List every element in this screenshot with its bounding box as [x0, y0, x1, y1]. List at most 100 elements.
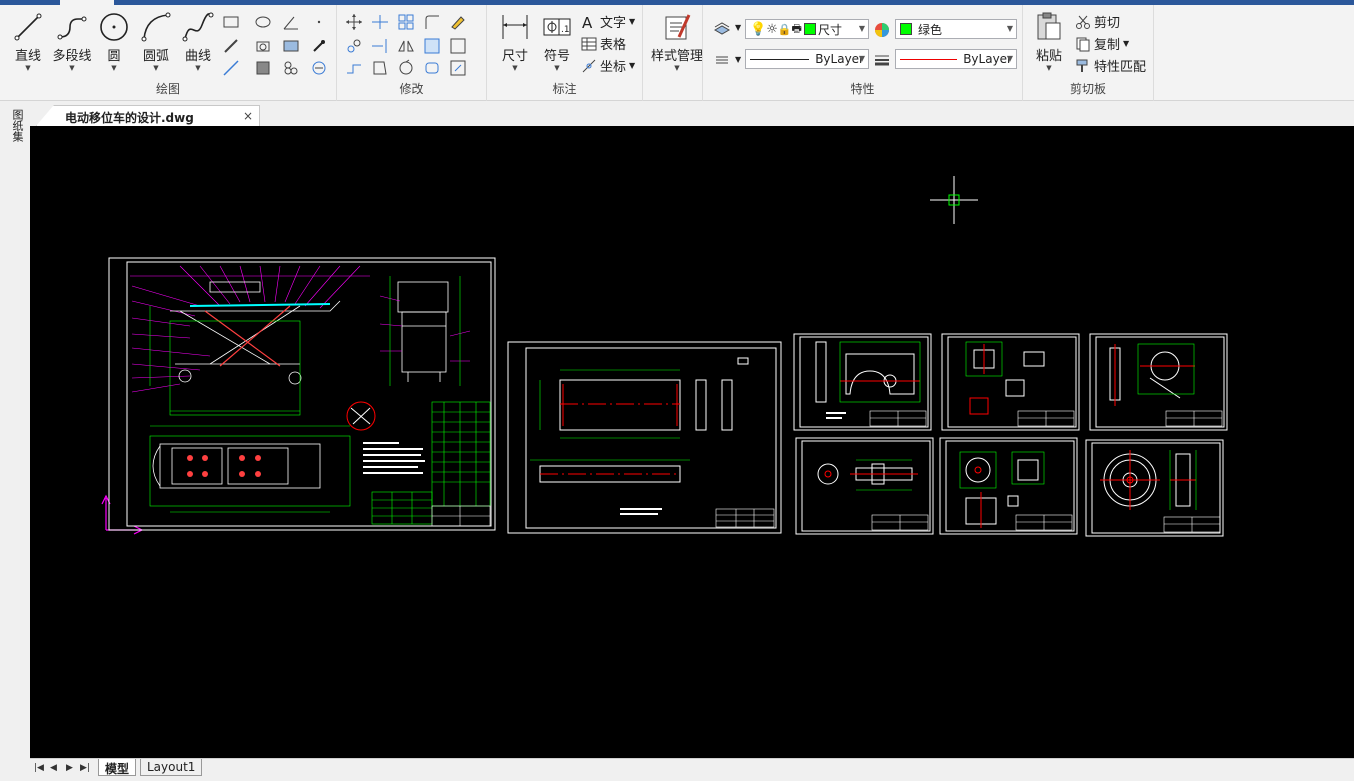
properties-modify-icon[interactable] — [449, 59, 467, 77]
fillet-icon[interactable] — [423, 13, 441, 31]
rectangle-icon[interactable] — [222, 13, 240, 31]
annotate-panel: 尺寸 ▼ .1 符号 ▼ A 文字 ▼ 表格 坐标 ▼ 样式管理 ▼ 标注 — [487, 5, 703, 101]
break-icon[interactable] — [371, 59, 389, 77]
paste-icon — [1037, 12, 1061, 40]
crosshair-cursor — [930, 176, 978, 224]
text-button[interactable]: A 文字 ▼ — [581, 12, 635, 32]
clipboard-panel-label: 剪切板 — [1069, 82, 1106, 96]
move-icon[interactable] — [345, 13, 363, 31]
chevron-down-icon: ▼ — [69, 64, 75, 72]
chevron-down-icon: ▼ — [735, 55, 742, 64]
match-properties-label: 特性匹配 — [1094, 60, 1147, 75]
sheet-part-6 — [795, 437, 934, 535]
cut-button[interactable]: 剪切 — [1075, 12, 1120, 31]
polyline-button-label: 多段线 — [52, 49, 92, 64]
copy-icon — [1076, 37, 1090, 51]
sheet-assembly — [108, 257, 496, 531]
layout-tab-bar: |◀ ◀ ▶ ▶| 模型 Layout1 — [30, 758, 1354, 781]
modify-panel-label: 修改 — [399, 82, 424, 96]
point-icon[interactable] — [310, 13, 328, 31]
document-tab[interactable]: 电动移位车的设计.dwg × — [36, 105, 260, 126]
color-swatch — [900, 23, 912, 35]
ellipse-icon[interactable] — [254, 13, 272, 31]
curve-button-label: 曲线 — [184, 49, 211, 64]
sun-icon: ☼ — [766, 21, 778, 37]
chevron-down-icon: ▼ — [1046, 64, 1052, 72]
layer-combo[interactable]: 💡 ☼ 🔒 🖶 尺寸 ▼ — [745, 19, 869, 39]
curve-button[interactable]: 曲线 ▼ — [178, 11, 218, 72]
layout1-tab[interactable]: Layout1 — [140, 759, 203, 776]
circle-button[interactable]: 圆 ▼ — [96, 11, 132, 72]
chevron-down-icon: ▼ — [512, 64, 518, 72]
linetype-combo[interactable]: ByLayer ▼ — [745, 49, 869, 69]
color-wheel-icon[interactable] — [873, 21, 891, 39]
copy-button[interactable]: 复制 ▼ — [1075, 34, 1129, 53]
arc-button-label: 圆弧 — [142, 49, 169, 64]
sheet-part-4 — [941, 333, 1080, 431]
angle-icon[interactable] — [282, 13, 300, 31]
color-combo[interactable]: 绿色 ▼ — [895, 19, 1017, 39]
line-icon — [14, 13, 42, 41]
lock-icon: 🔒 — [777, 22, 792, 36]
sheet-part-5 — [1089, 333, 1228, 431]
array-icon[interactable] — [397, 13, 415, 31]
symbol-button[interactable]: .1 符号 ▼ — [537, 11, 577, 72]
offset-icon[interactable] — [449, 37, 467, 55]
xline-icon[interactable] — [222, 37, 240, 55]
mirror-icon[interactable] — [397, 37, 415, 55]
lineweight-combo[interactable]: ByLayer ▼ — [895, 49, 1017, 69]
linetype-list-icon[interactable] — [713, 51, 731, 69]
region-icon[interactable] — [254, 37, 272, 55]
linetype-sample — [750, 58, 810, 60]
ucs-icon — [101, 494, 144, 535]
hatch-icon[interactable] — [282, 37, 300, 55]
chevron-down-icon: ▼ — [1006, 24, 1013, 33]
match-properties-icon — [1076, 59, 1088, 72]
draw-panel-label: 绘图 — [155, 82, 180, 96]
wipeout-icon[interactable] — [310, 59, 328, 77]
dimension-button-label: 尺寸 — [501, 49, 528, 64]
chevron-down-icon: ▼ — [1123, 39, 1130, 48]
chevron-down-icon: ▼ — [195, 64, 201, 72]
scale-icon[interactable] — [423, 37, 441, 55]
polyline-button[interactable]: 多段线 ▼ — [50, 11, 94, 72]
chevron-down-icon: ▼ — [554, 64, 560, 72]
color-value: 绿色 — [918, 22, 943, 37]
lineweight-icon[interactable] — [873, 51, 891, 69]
close-icon[interactable]: × — [243, 109, 253, 123]
line-button[interactable]: 直线 ▼ — [8, 11, 48, 72]
boundary-icon[interactable] — [254, 59, 272, 77]
ribbon: 直线 ▼ 多段线 ▼ 圆 ▼ 圆弧 ▼ 曲线 ▼ 绘图 修改 尺寸 ▼ .1 符… — [0, 5, 1354, 101]
match-properties-button[interactable]: 特性匹配 — [1075, 56, 1146, 75]
last-tab-icon[interactable]: ▶| — [80, 763, 90, 773]
next-tab-icon[interactable]: ▶ — [66, 763, 73, 773]
layer-color-swatch — [803, 23, 816, 35]
revcloud-icon[interactable] — [282, 59, 300, 77]
sheet-part-3 — [793, 333, 932, 431]
layer-manager-icon[interactable] — [713, 20, 731, 38]
dimension-button[interactable]: 尺寸 ▼ — [495, 11, 535, 72]
clipboard-panel: 粘贴 ▼ 剪切 复制 ▼ 特性匹配 剪切板 — [1023, 5, 1154, 101]
model-tab[interactable]: 模型 — [98, 759, 137, 776]
prev-tab-icon[interactable]: ◀ — [50, 763, 57, 773]
drawing-canvas[interactable] — [30, 126, 1354, 758]
table-button[interactable]: 表格 — [581, 34, 626, 53]
sheet-set-tab[interactable]: 图纸集 — [9, 109, 24, 142]
layer-value: 尺寸 — [817, 22, 842, 37]
stretch-icon[interactable] — [345, 59, 363, 77]
chevron-down-icon: ▼ — [629, 61, 636, 70]
explode-icon[interactable] — [423, 59, 441, 77]
arc-button[interactable]: 圆弧 ▼ — [136, 11, 176, 72]
extend-icon[interactable] — [371, 37, 389, 55]
rotate-icon[interactable] — [397, 59, 415, 77]
document-tab-title: 电动移位车的设计.dwg — [65, 111, 194, 125]
pick-icon[interactable] — [310, 37, 328, 55]
ray-icon[interactable] — [222, 59, 240, 77]
trim-icon[interactable] — [371, 13, 389, 31]
erase-icon[interactable] — [449, 13, 467, 31]
paste-button[interactable]: 粘贴 ▼ — [1031, 11, 1067, 72]
chevron-down-icon: ▼ — [858, 24, 865, 33]
coordinate-button[interactable]: 坐标 ▼ — [581, 56, 635, 75]
first-tab-icon[interactable]: |◀ — [34, 763, 44, 773]
copy-object-icon[interactable] — [345, 37, 363, 55]
